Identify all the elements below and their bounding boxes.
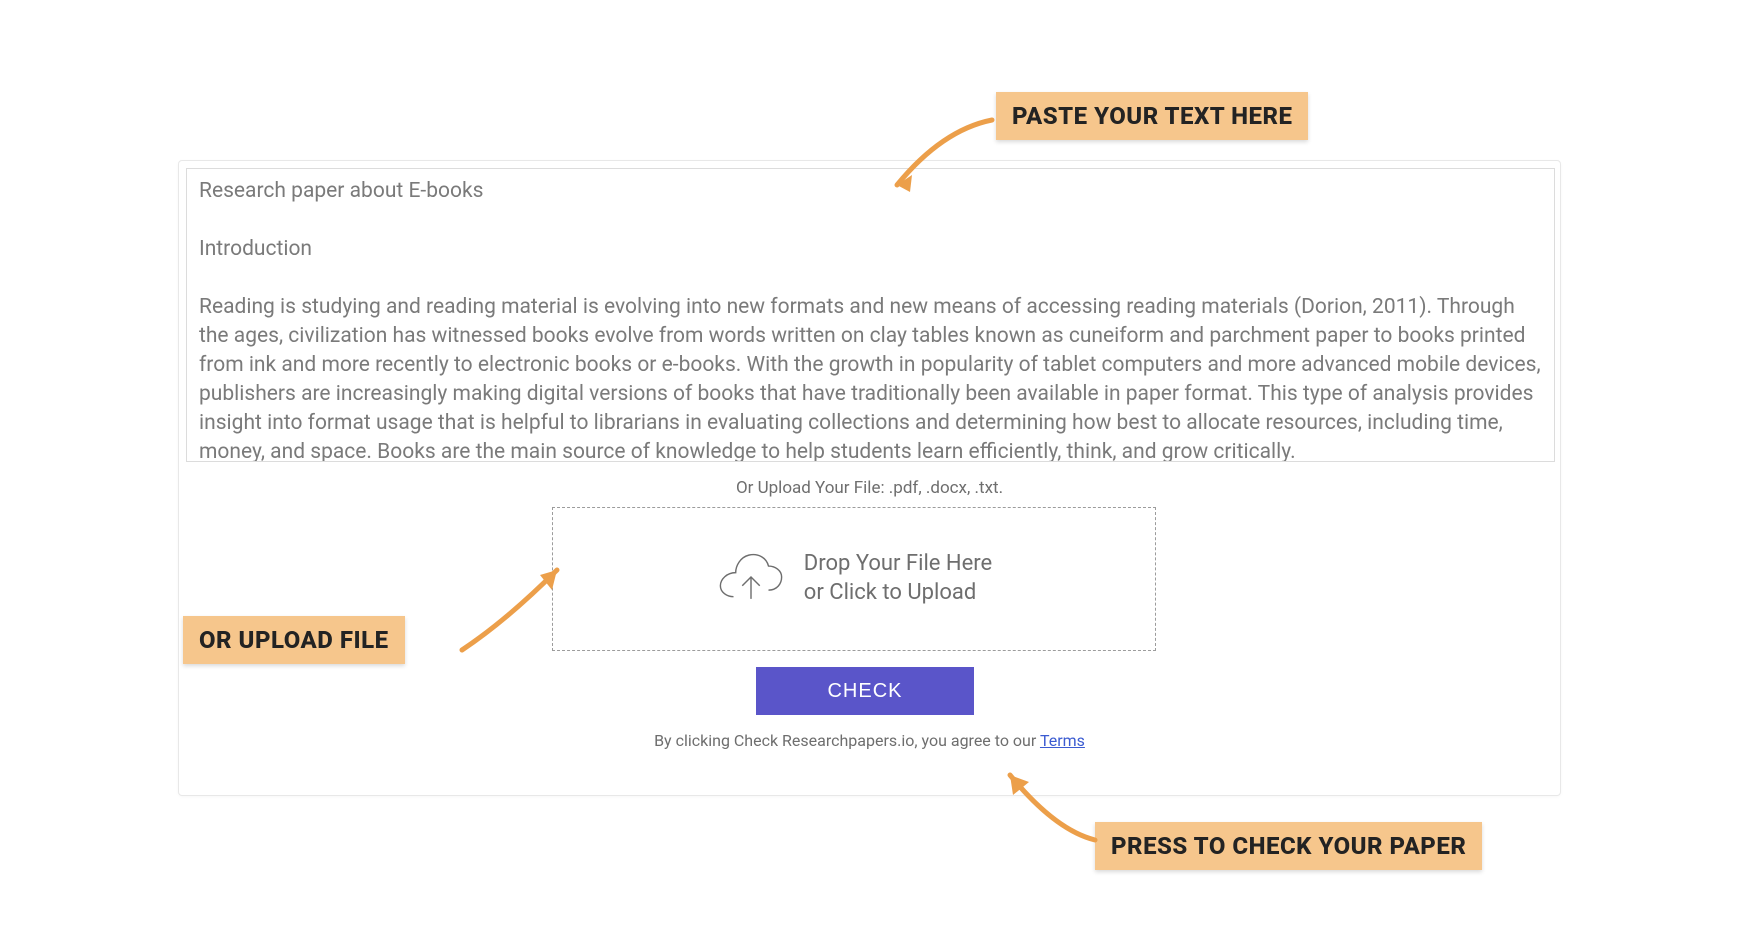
annotation-upload-label: OR UPLOAD FILE [183,616,405,664]
paper-text-input[interactable] [186,168,1555,462]
terms-text: By clicking Check Researchpapers.io, you… [179,731,1560,750]
cloud-upload-icon [716,547,786,611]
dropzone-line1: Drop Your File Here [804,550,992,579]
check-button[interactable]: CHECK [756,667,974,715]
upload-hint-label: Or Upload Your File: .pdf, .docx, .txt. [179,478,1560,498]
annotation-paste-label: PASTE YOUR TEXT HERE [996,92,1308,140]
annotation-press-label: PRESS TO CHECK YOUR PAPER [1095,822,1482,870]
dropzone-text: Drop Your File Here or Click to Upload [804,550,992,607]
dropzone-line2: or Click to Upload [804,579,992,608]
input-card: Or Upload Your File: .pdf, .docx, .txt. … [178,160,1561,796]
terms-link[interactable]: Terms [1040,731,1085,750]
file-dropzone[interactable]: Drop Your File Here or Click to Upload [552,507,1156,651]
terms-prefix: By clicking Check Researchpapers.io, you… [654,731,1040,750]
